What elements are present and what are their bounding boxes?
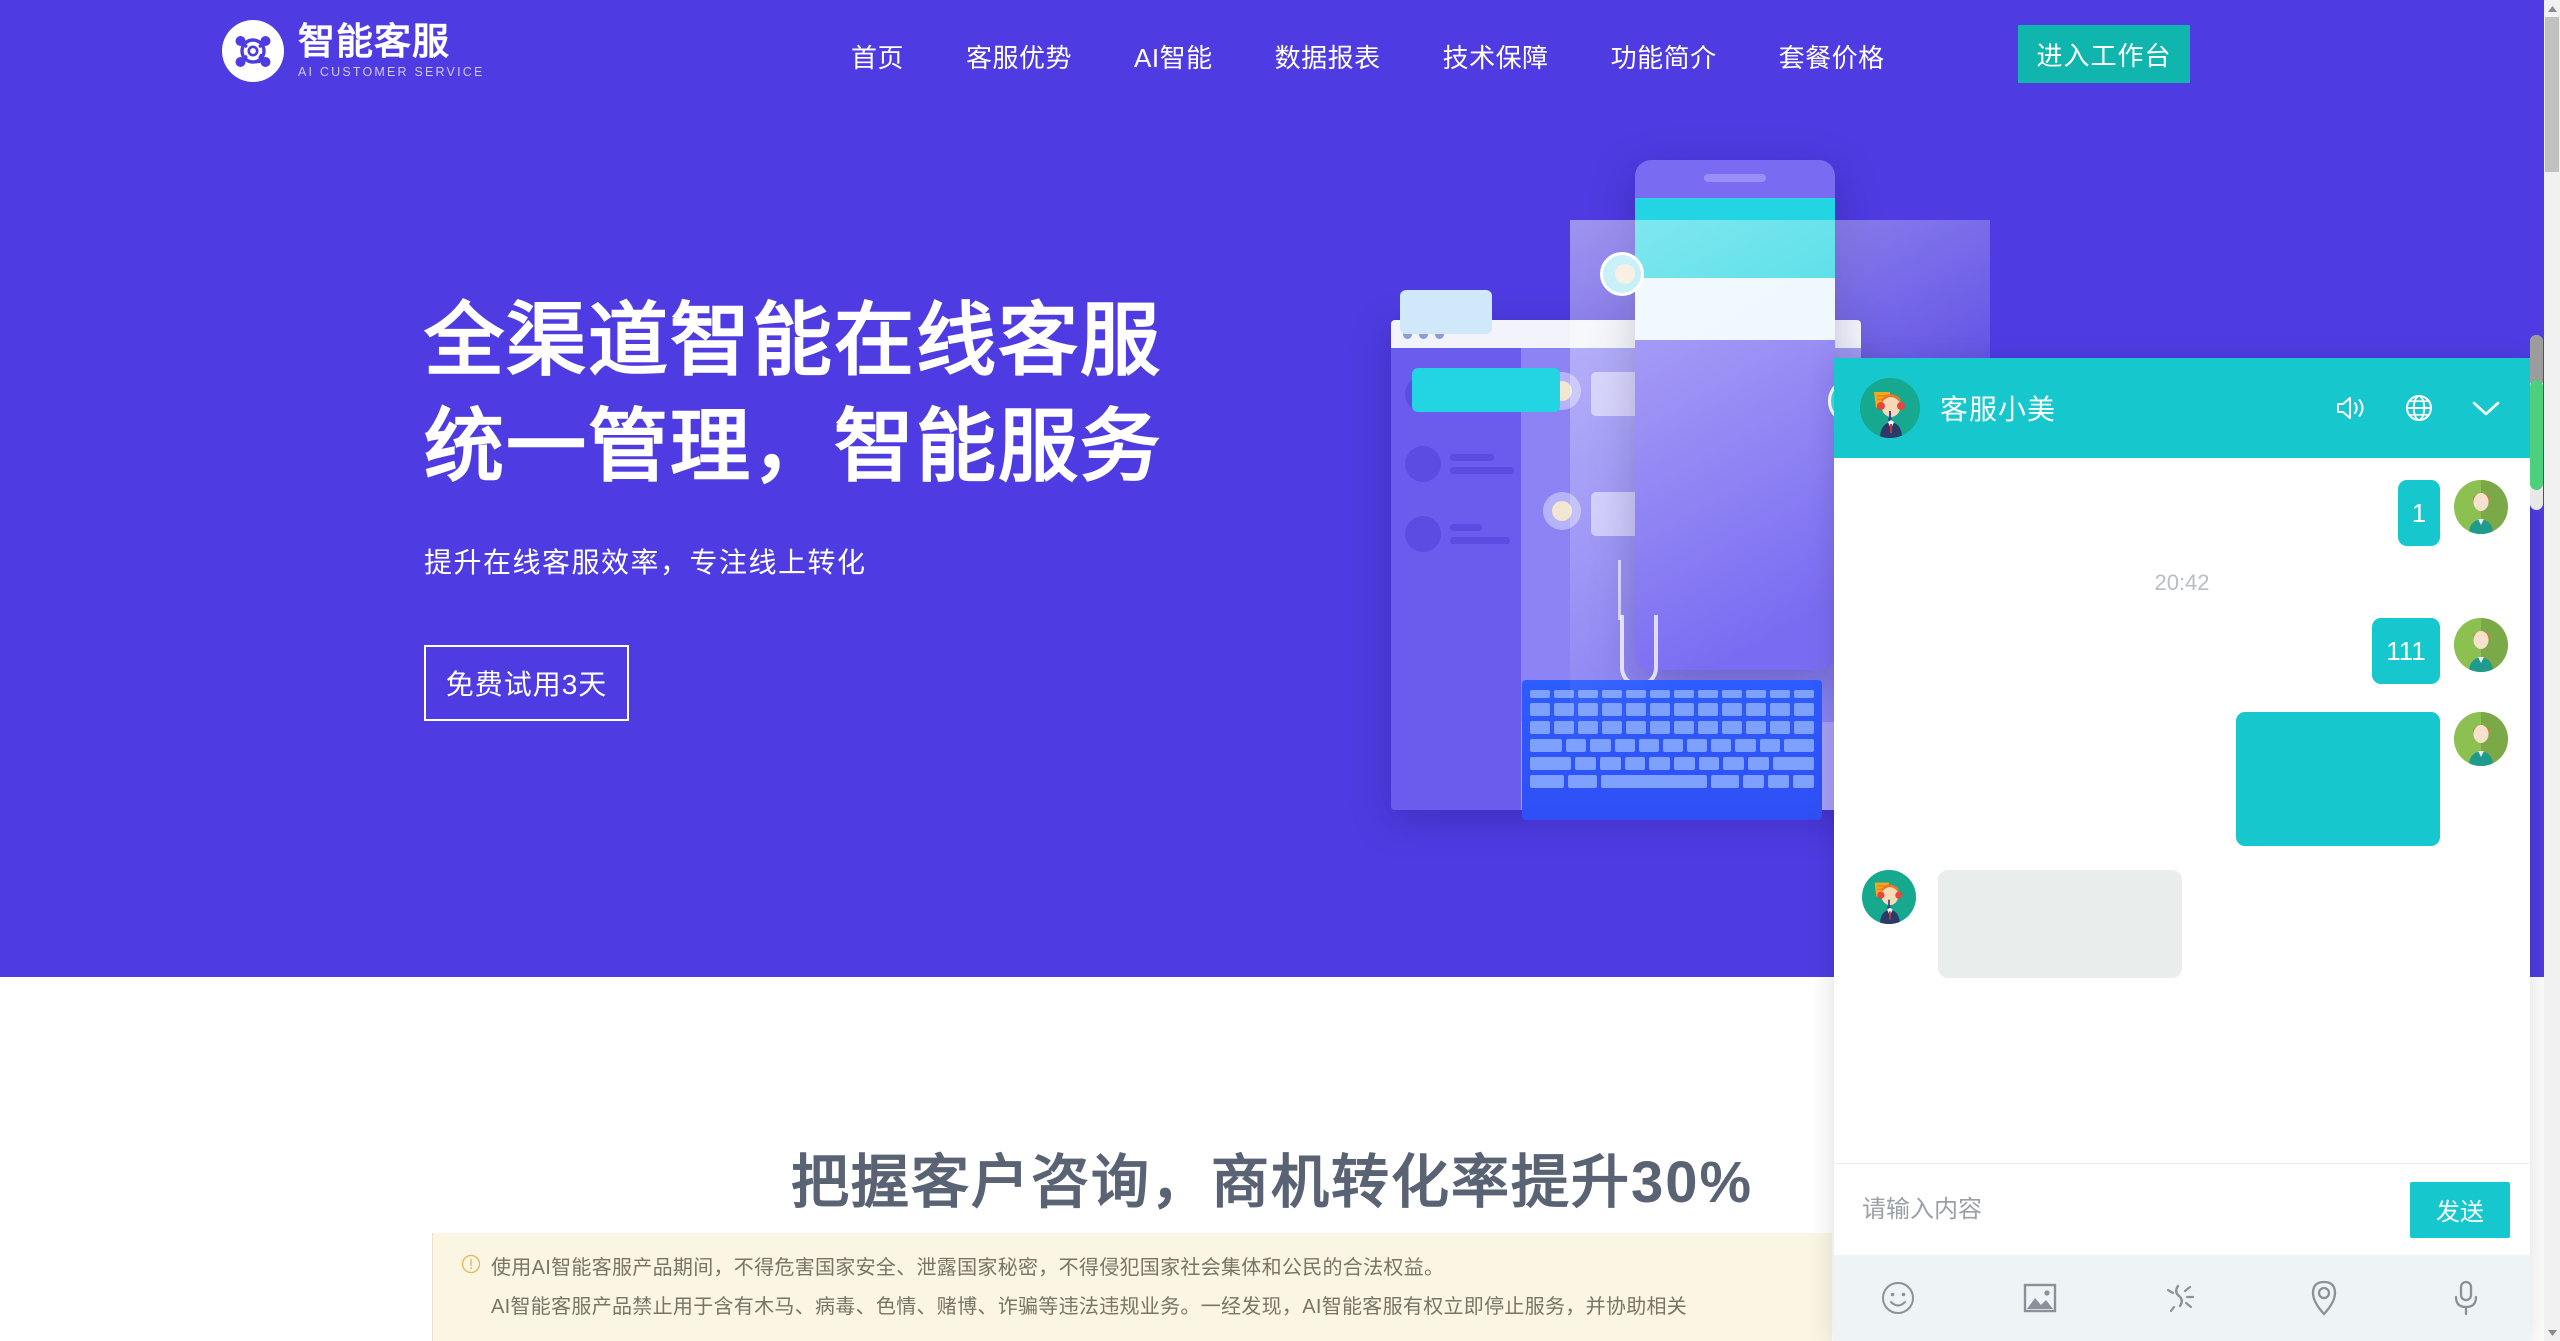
at-network-icon <box>222 20 284 82</box>
chat-message <box>1834 712 2530 846</box>
image-icon[interactable] <box>2010 1281 2070 1315</box>
illustration-line <box>1450 454 1494 461</box>
nav-item-ai[interactable]: AI智能 <box>1103 38 1244 75</box>
message-bubble: 111 <box>2372 618 2440 684</box>
illustration-phone-bubble <box>1400 290 1492 334</box>
illustration-line <box>1450 524 1482 531</box>
illustration-avatar-icon <box>1543 492 1581 530</box>
illustration-cable <box>1618 560 1621 620</box>
message-bubble <box>2236 712 2440 846</box>
illustration-keyboard <box>1522 680 1822 820</box>
illustration-phone-screen <box>1635 278 1835 340</box>
agent-avatar <box>1860 378 1920 438</box>
chat-message: 111 <box>1834 618 2530 684</box>
agent-avatar <box>1862 870 1916 924</box>
keyboard-row <box>1530 703 1814 716</box>
chat-message-list[interactable]: 1 20:42 111 <box>1834 458 2530 1163</box>
nav-item-pricing[interactable]: 套餐价格 <box>1748 38 1916 75</box>
illustration-sidebar-row <box>1405 516 1521 552</box>
chat-message: 1 <box>1834 480 2530 546</box>
site-logo[interactable]: 智能客服 AI CUSTOMER SERVICE <box>222 20 485 82</box>
page-vertical-scrollbar[interactable] <box>2544 0 2560 1341</box>
illustration-line <box>1450 467 1514 474</box>
nav-item-features[interactable]: 功能简介 <box>1580 38 1748 75</box>
keyboard-row <box>1530 757 1815 770</box>
warning-circle-icon <box>461 1254 481 1279</box>
nav-item-tech[interactable]: 技术保障 <box>1412 38 1580 75</box>
nav-links: 首页 客服优势 AI智能 数据报表 技术保障 功能简介 套餐价格 <box>820 0 1916 113</box>
illustration-line <box>1450 537 1510 544</box>
notice-text: 使用AI智能客服产品期间，不得危害国家安全、泄露国家秘密，不得侵犯国家社会集体和… <box>491 1251 1687 1319</box>
illustration-avatar-icon <box>1600 252 1644 296</box>
message-timestamp: 20:42 <box>2154 570 2210 595</box>
illustration-phone-notch <box>1704 174 1766 182</box>
send-button[interactable]: 发送 <box>2410 1181 2510 1238</box>
emoji-icon[interactable] <box>1868 1279 1928 1317</box>
user-avatar <box>2454 712 2508 766</box>
chevron-down-icon[interactable] <box>2470 396 2502 420</box>
user-avatar <box>2454 618 2508 672</box>
scrollbar-thumb-lower[interactable] <box>2530 380 2543 490</box>
nav-item-advantage[interactable]: 客服优势 <box>935 38 1103 75</box>
hero-title-line-2: 统一管理，智能服务 <box>424 401 1162 491</box>
microphone-icon[interactable] <box>2436 1278 2496 1318</box>
location-pin-icon[interactable] <box>2294 1278 2354 1318</box>
scroll-down-arrow-icon[interactable] <box>2544 1324 2560 1341</box>
illustration-phone <box>1635 160 1835 670</box>
chat-input-row: 发送 <box>1834 1163 2530 1255</box>
chat-widget: 客服小美 1 20:42 111 请输入内容 发送 <box>1834 358 2530 1341</box>
notice-row: 使用AI智能客服产品期间，不得危害国家安全、泄露国家秘密，不得侵犯国家社会集体和… <box>461 1251 1832 1319</box>
notice-line-1: 使用AI智能客服产品期间，不得危害国家安全、泄露国家秘密，不得侵犯国家社会集体和… <box>491 1257 1445 1279</box>
illustration-sidebar <box>1391 348 1521 810</box>
message-placeholder-box <box>1938 870 2182 978</box>
illustration-phone-header <box>1635 198 1835 278</box>
nav-item-home[interactable]: 首页 <box>820 38 935 75</box>
chat-header-actions <box>2334 393 2502 423</box>
scrollbar-thumb-upper[interactable] <box>2530 335 2543 383</box>
free-trial-button[interactable]: 免费试用3天 <box>424 645 629 722</box>
illustration-sidebar-row <box>1405 446 1521 482</box>
scrollbar-thumb[interactable] <box>2545 17 2559 172</box>
globe-icon[interactable] <box>2404 393 2434 423</box>
chat-region-scrollbar[interactable] <box>2530 335 2543 510</box>
chat-toolbar <box>1834 1255 2530 1341</box>
logo-chinese-name: 智能客服 <box>298 21 450 63</box>
enter-workbench-button[interactable]: 进入工作台 <box>2018 25 2190 83</box>
illustration-phone-bubble <box>1412 368 1560 412</box>
compliance-notice: 使用AI智能客服产品期间，不得危害国家安全、泄露国家秘密，不得侵犯国家社会集体和… <box>432 1233 1832 1341</box>
shake-icon[interactable] <box>2152 1279 2212 1317</box>
logo-english-name: AI CUSTOMER SERVICE <box>298 65 485 80</box>
chat-pending-message <box>1834 846 2530 978</box>
hero-copy: 全渠道智能在线客服 统一管理，智能服务 提升在线客服效率，专注线上转化 免费试用… <box>424 288 1162 722</box>
user-avatar <box>2454 480 2508 534</box>
message-bubble: 1 <box>2398 480 2440 546</box>
keyboard-row <box>1530 739 1815 752</box>
scroll-up-arrow-icon[interactable] <box>2544 0 2560 17</box>
illustration-avatar-icon <box>1405 516 1441 552</box>
keyboard-row <box>1530 690 1814 698</box>
speaker-icon[interactable] <box>2334 393 2368 423</box>
keyboard-row <box>1530 775 1815 788</box>
illustration-sidebar-lines <box>1450 454 1514 474</box>
nav-item-reports[interactable]: 数据报表 <box>1244 38 1412 75</box>
hero-subtitle: 提升在线客服效率，专注线上转化 <box>424 547 867 579</box>
top-navigation-bar: 智能客服 AI CUSTOMER SERVICE 首页 客服优势 AI智能 数据… <box>0 0 2544 113</box>
illustration-sidebar-lines <box>1450 524 1510 544</box>
illustration-cable-loop <box>1620 615 1658 687</box>
hero-title-line-1: 全渠道智能在线客服 <box>424 296 1162 385</box>
keyboard-row <box>1530 721 1814 734</box>
chat-message-input[interactable] <box>1862 1195 2410 1224</box>
chat-widget-header: 客服小美 <box>1834 358 2530 458</box>
illustration-avatar-icon <box>1405 446 1441 482</box>
page-root: 全渠道智能在线客服 统一管理，智能服务 提升在线客服效率，专注线上转化 免费试用… <box>0 0 2560 1341</box>
logo-text: 智能客服 AI CUSTOMER SERVICE <box>298 23 485 79</box>
notice-line-2: AI智能客服产品禁止用于含有木马、病毒、色情、赌博、诈骗等违法违规业务。一经发现… <box>491 1296 1688 1318</box>
chat-agent-name: 客服小美 <box>1940 394 2057 425</box>
